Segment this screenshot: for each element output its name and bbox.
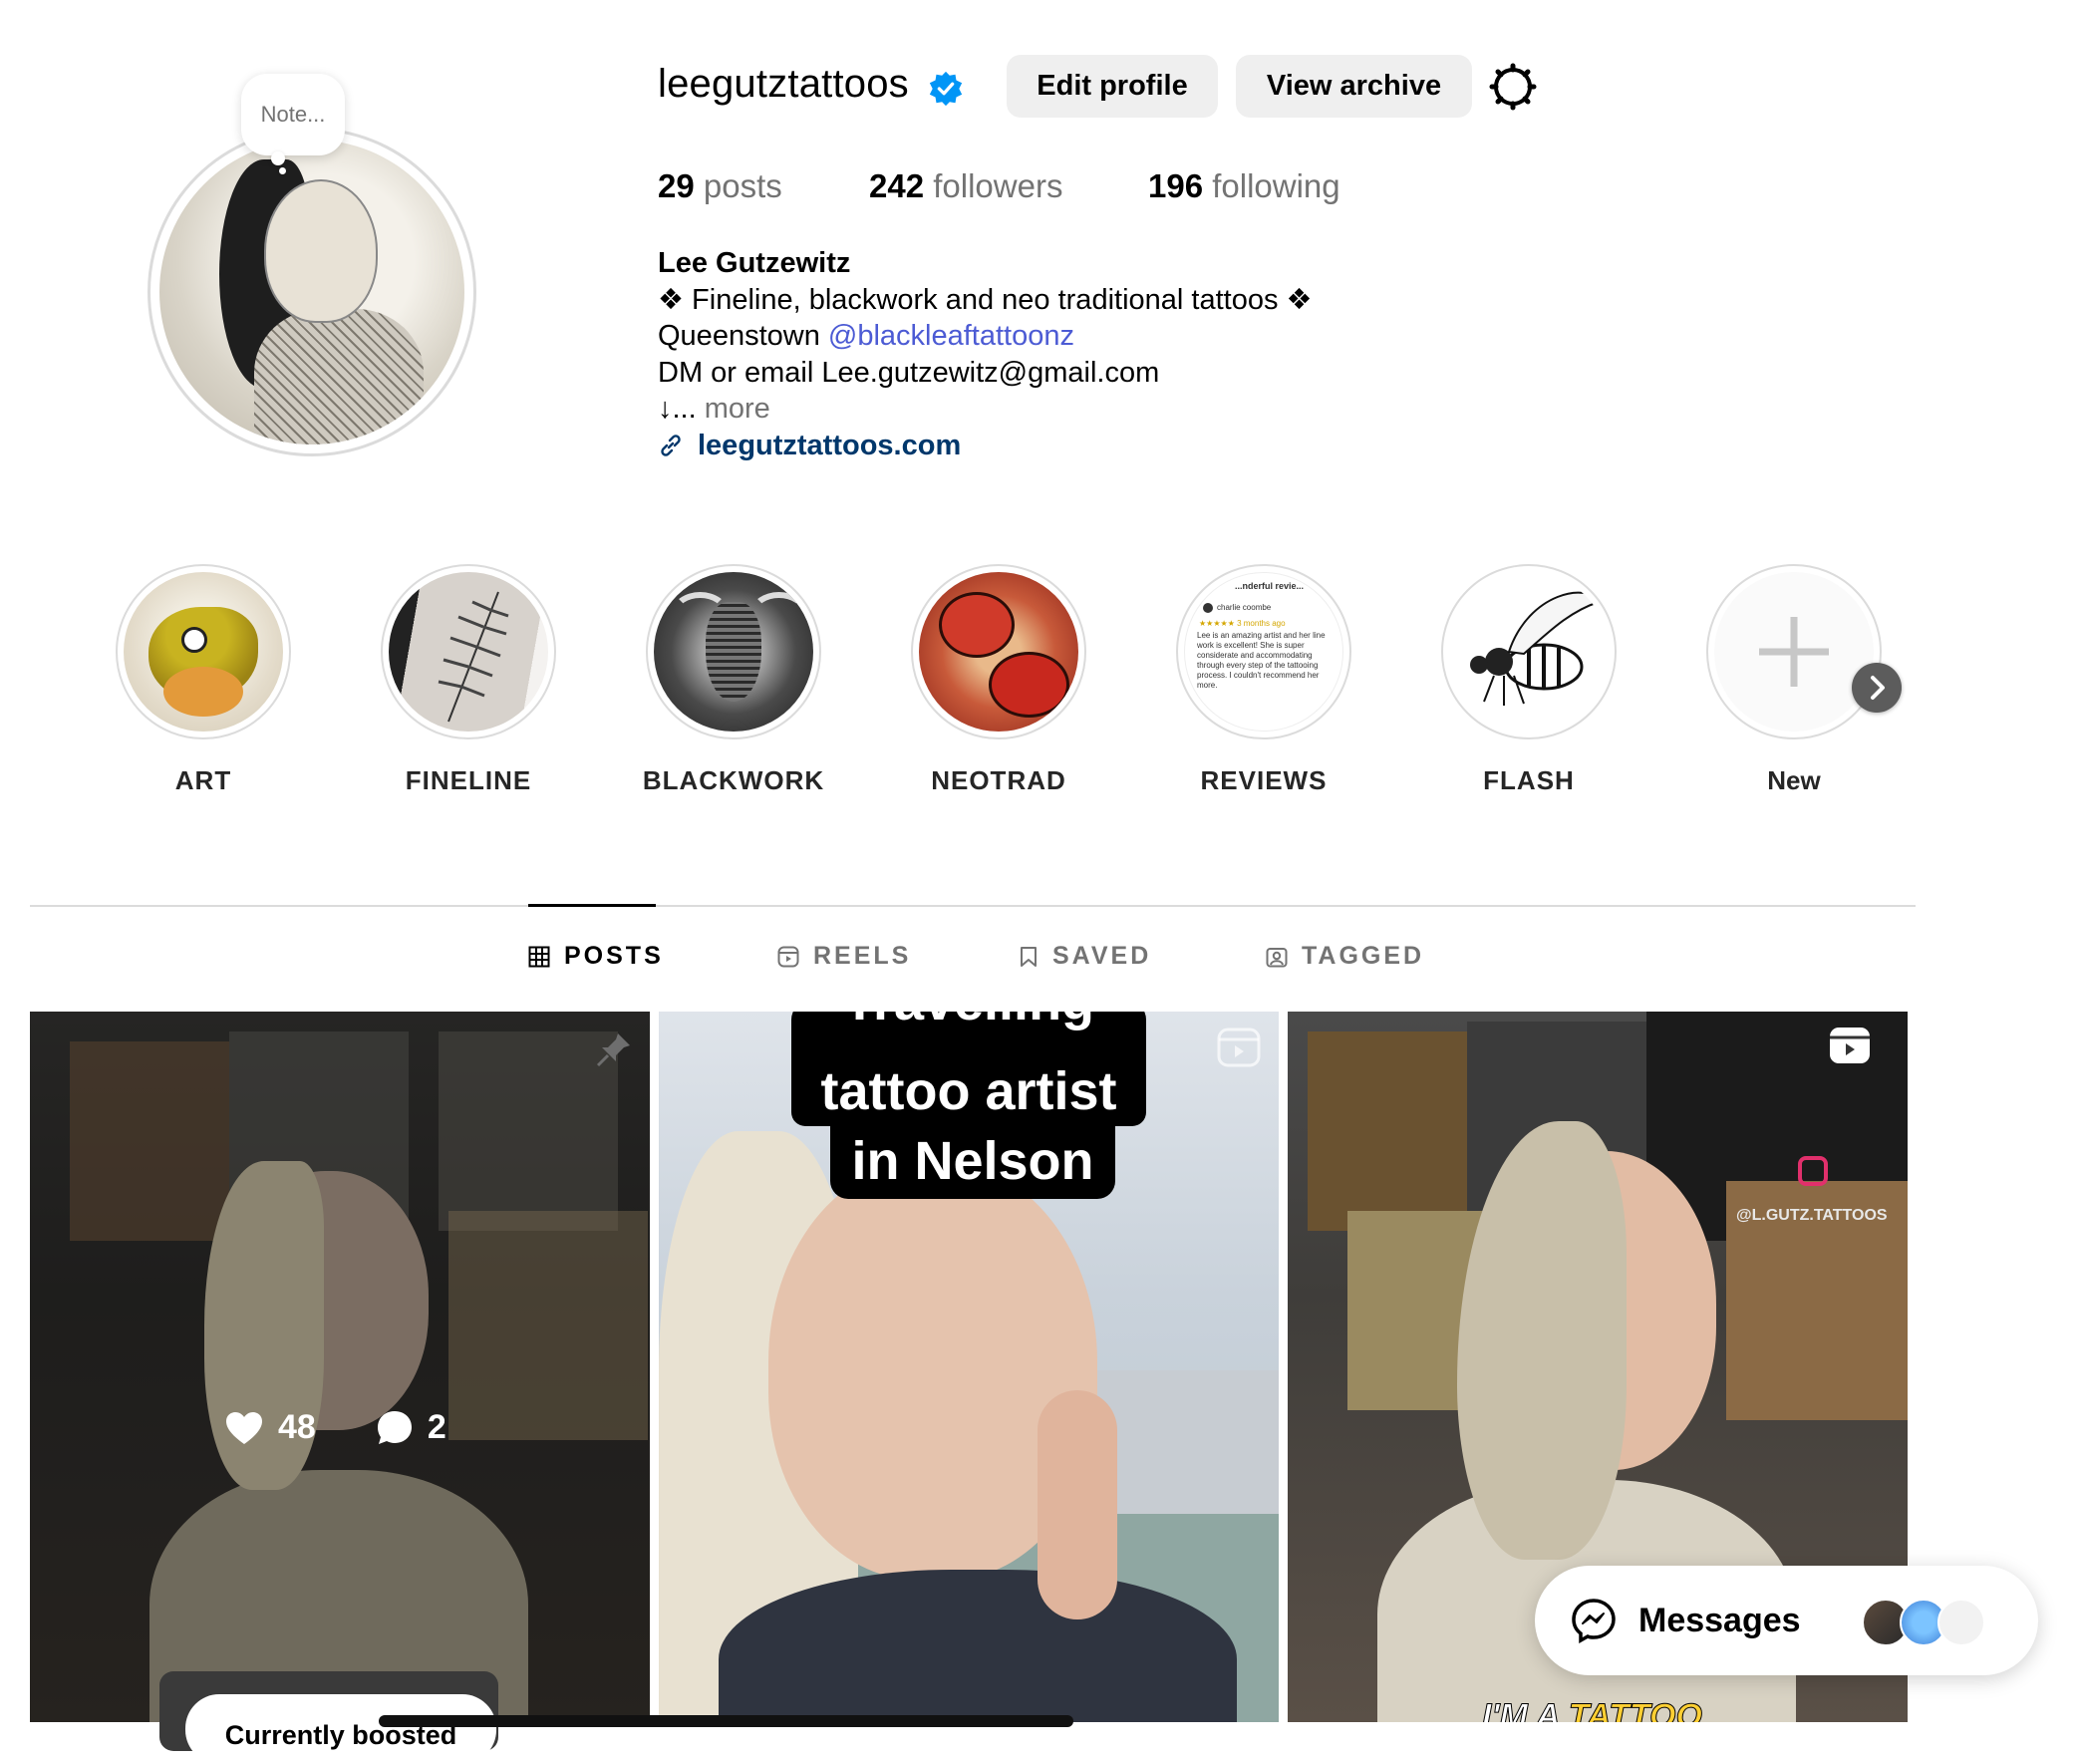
highlight-neotrad-crab-image — [919, 572, 1078, 732]
bottom-text: I'M A TATTOO — [1481, 1697, 1702, 1723]
followers-count[interactable]: 242 followers — [869, 167, 1062, 205]
note-bubble[interactable]: Note... — [241, 74, 345, 155]
posts-count-value: 29 — [658, 167, 695, 204]
following-count-value: 196 — [1148, 167, 1204, 204]
posts-count-label: posts — [703, 167, 782, 204]
currently-boosted-button[interactable]: Currently boosted — [185, 1694, 496, 1764]
highlight-reviews[interactable]: ...nderful revie... charlie coombe ★★★★★… — [1176, 564, 1351, 796]
reel-icon — [1217, 1028, 1261, 1067]
tab-label: REELS — [813, 942, 912, 970]
highlight-label: New — [1767, 765, 1821, 795]
highlight-art-bird-image — [124, 572, 283, 732]
highlight-label: NEOTRAD — [931, 765, 1066, 795]
note-bubble-tail — [271, 151, 285, 165]
review-text: Lee is an amazing artist and her line wo… — [1197, 631, 1326, 690]
settings-gear-icon[interactable] — [1489, 63, 1537, 111]
likes-count: 48 — [278, 1408, 316, 1446]
highlight-blackwork[interactable]: BLACKWORK — [642, 564, 825, 796]
bio-line: DM or email Lee.gutzewitz@gmail.com — [658, 356, 1160, 389]
bio-line: ❖ Fineline, blackwork and neo traditiona… — [658, 283, 1313, 316]
website-link-text: leegutztattoos.com — [698, 429, 962, 461]
tab-posts[interactable]: POSTS — [528, 942, 664, 971]
messages-button[interactable]: Messages — [1535, 1566, 2038, 1675]
highlight-label: FLASH — [1483, 765, 1575, 795]
tab-reels[interactable]: REELS — [777, 942, 911, 971]
review-title: ...nderful revie... — [1235, 581, 1305, 591]
verified-badge-icon — [929, 71, 963, 107]
comment-icon — [377, 1410, 412, 1444]
bio-more-link[interactable]: more — [705, 393, 770, 425]
note-bubble-tail-small — [279, 167, 286, 174]
new-highlight-plus-icon — [1714, 572, 1874, 732]
tab-label: POSTS — [564, 942, 664, 970]
highlight-reviews-card: ...nderful revie... charlie coombe ★★★★★… — [1184, 572, 1343, 732]
tab-saved[interactable]: SAVED — [1019, 942, 1151, 971]
active-tab-indicator — [528, 904, 656, 907]
highlight-label: REVIEWS — [1200, 765, 1328, 795]
post-thumbnail[interactable]: 48 2 — [30, 1012, 650, 1722]
reels-icon — [777, 946, 799, 967]
username: leegutztattoos — [658, 62, 909, 106]
heart-icon — [226, 1411, 262, 1444]
home-indicator-bar — [379, 1715, 1073, 1727]
display-name: Lee Gutzewitz — [658, 247, 851, 279]
bookmark-icon — [1021, 946, 1037, 967]
view-archive-button[interactable]: View archive — [1236, 55, 1472, 118]
highlight-label: FINELINE — [405, 765, 532, 795]
edit-profile-button[interactable]: Edit profile — [1007, 55, 1218, 118]
messenger-icon — [1572, 1599, 1616, 1643]
bio-line: Queenstown @blackleaftattoonz — [658, 318, 1313, 355]
instagram-logo-icon — [1798, 1156, 1828, 1186]
highlight-label: ART — [174, 765, 232, 795]
watermark: @L.GUTZ.TATTOOS — [1736, 1207, 1888, 1224]
highlights-next-button[interactable] — [1852, 663, 1902, 713]
link-icon — [661, 435, 681, 456]
avatar — [1937, 1599, 1985, 1646]
bio-line: ↓... more — [658, 391, 1313, 428]
following-count[interactable]: 196 following — [1148, 167, 1340, 205]
likes-stat: 48 — [224, 1408, 316, 1447]
highlight-art[interactable]: ART — [116, 564, 291, 796]
followers-count-label: followers — [933, 167, 1063, 204]
bio-mention-link[interactable]: @blackleaftattoonz — [828, 320, 1074, 352]
grid-icon — [528, 946, 550, 967]
tagged-icon — [1266, 947, 1288, 967]
following-count-label: following — [1212, 167, 1340, 204]
tab-label: SAVED — [1052, 942, 1152, 970]
comments-count: 2 — [427, 1408, 446, 1446]
note-placeholder: Note... — [260, 102, 326, 127]
post-hover-stats: 48 2 — [224, 1408, 446, 1447]
highlight-blackwork-goat-image — [654, 572, 813, 732]
caption-line: tattoo artist — [791, 1056, 1146, 1126]
avatar-image — [159, 140, 464, 444]
highlight-label: BLACKWORK — [642, 765, 825, 795]
tab-label: TAGGED — [1302, 942, 1425, 970]
caption-line: in Nelson — [830, 1123, 1115, 1199]
tab-tagged[interactable]: TAGGED — [1266, 942, 1424, 971]
bio: Lee Gutzewitz ❖ Fineline, blackwork and … — [658, 245, 1313, 463]
chevron-right-icon — [1871, 676, 1885, 700]
comments-stat: 2 — [376, 1408, 446, 1447]
highlight-flash-bee-image — [1449, 572, 1609, 732]
messages-label: Messages — [1638, 1601, 1801, 1639]
highlight-flash[interactable]: FLASH — [1441, 564, 1617, 796]
post-thumbnail[interactable]: Travelling tattoo artist in Nelson — [659, 1012, 1279, 1722]
pin-icon — [596, 1033, 630, 1067]
highlight-fineline[interactable]: FINELINE — [381, 564, 556, 796]
posts-count: 29 posts — [658, 167, 782, 205]
followers-count-value: 242 — [869, 167, 925, 204]
review-stars: ★★★★★ 3 months ago — [1199, 619, 1286, 628]
reviewer-name: charlie coombe — [1217, 603, 1272, 612]
website-link[interactable]: leegutztattoos.com — [658, 428, 1313, 464]
reel-icon — [1830, 1028, 1870, 1063]
tabs-divider — [30, 905, 1916, 907]
highlight-fineline-fern-image — [389, 572, 548, 732]
bio-location: Queenstown — [658, 320, 828, 352]
highlight-neotrad[interactable]: NEOTRAD — [911, 564, 1086, 796]
profile-avatar[interactable] — [148, 128, 476, 456]
bio-arrow: ↓... — [658, 393, 697, 425]
